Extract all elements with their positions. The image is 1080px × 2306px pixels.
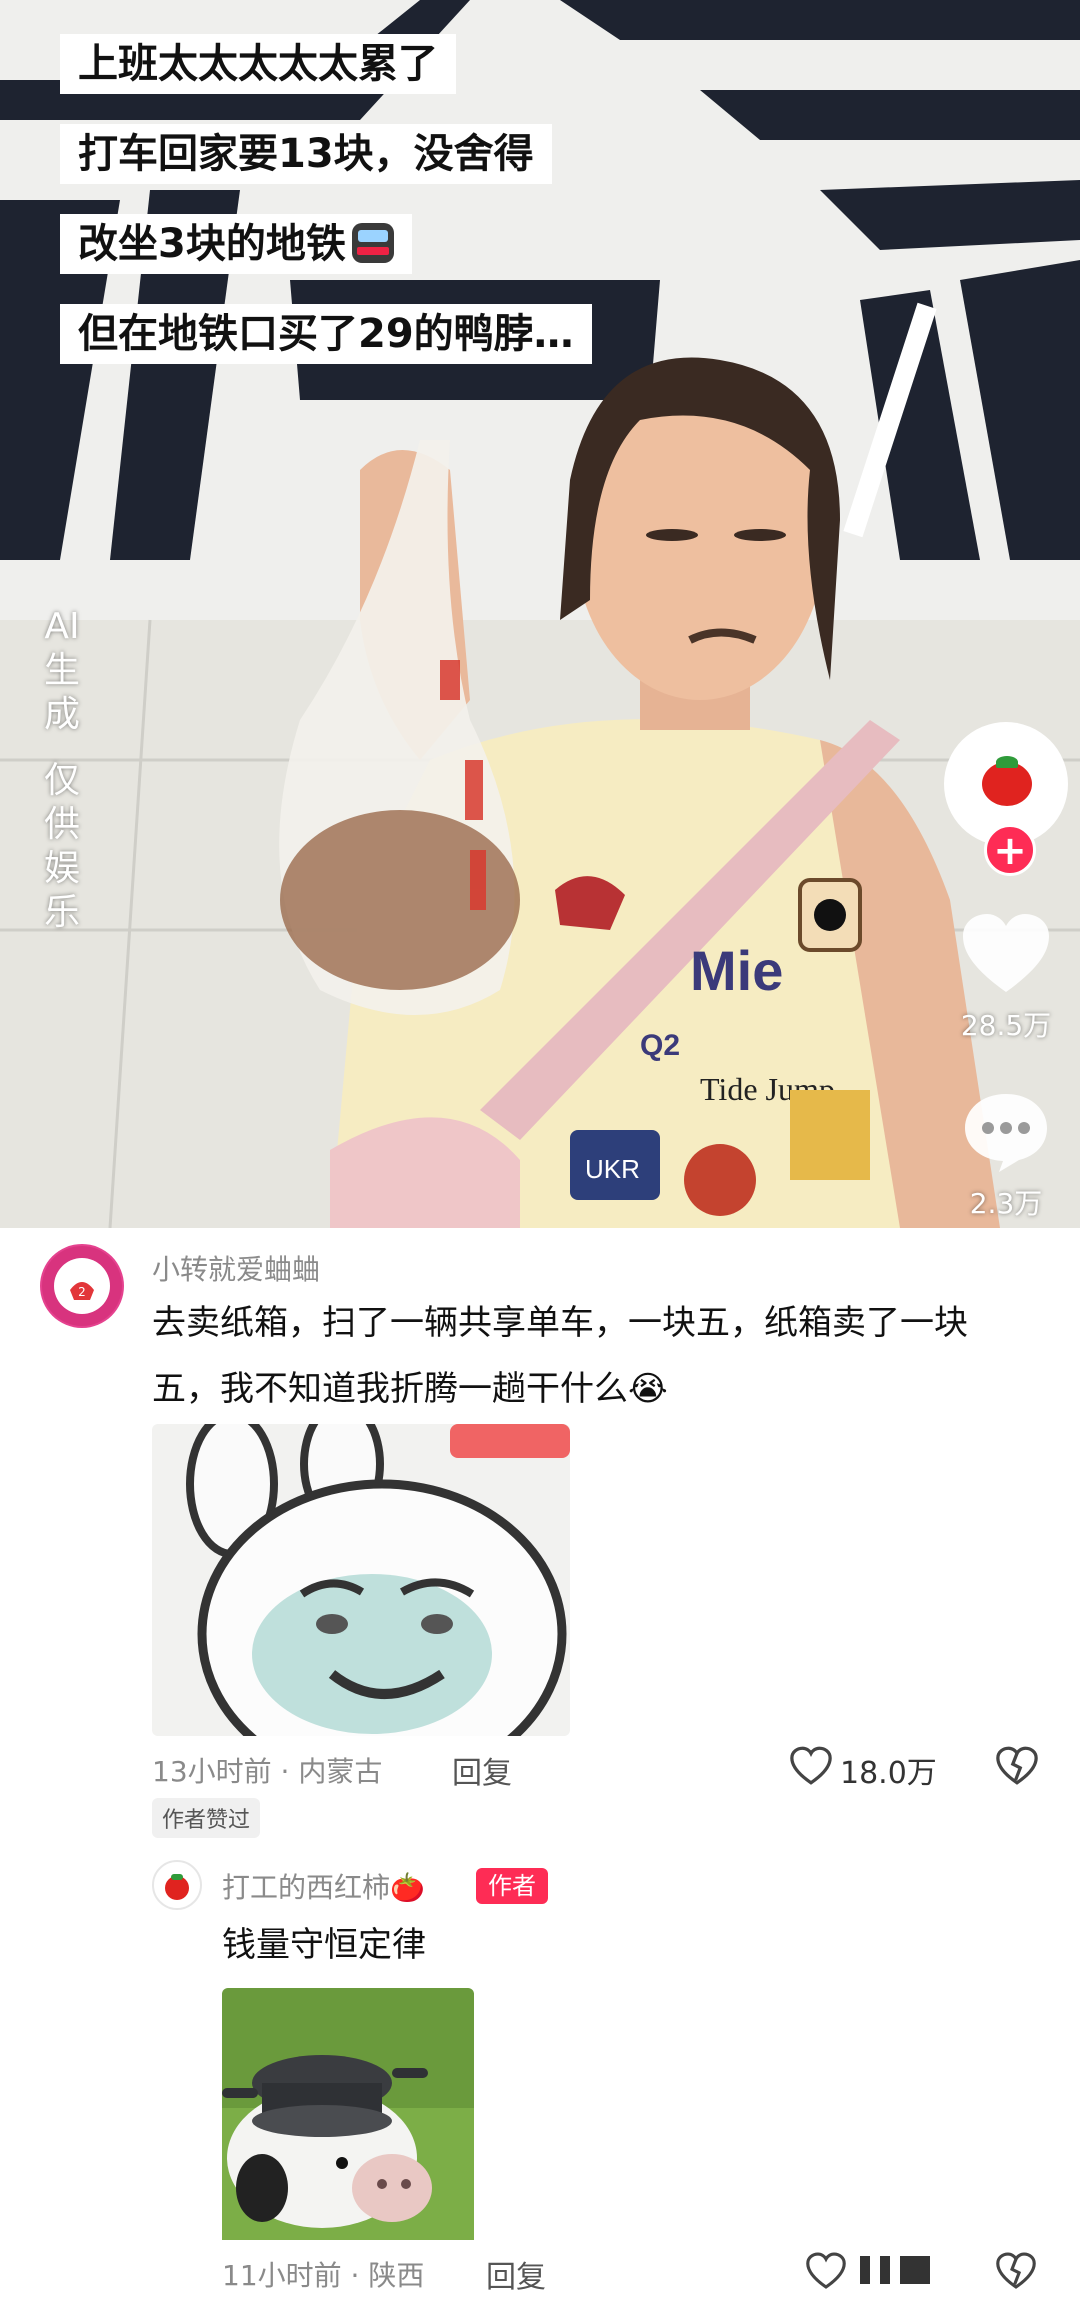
comment-count: 2.3万 xyxy=(969,1187,1043,1220)
like-count: 28.5万 xyxy=(960,1009,1052,1042)
tomato-icon xyxy=(982,762,1032,806)
comment-like-count: 18.0万 xyxy=(840,1756,937,1791)
heart-icon[interactable] xyxy=(790,1746,832,1786)
like-button[interactable]: 28.5万 xyxy=(946,912,1066,1044)
shirt-print-ukr: UKR xyxy=(585,1154,640,1184)
shirt-print-q2: Q2 xyxy=(640,1029,680,1062)
author-username-text: 打工的西红柿 xyxy=(222,1871,391,1904)
crying-emoji: 😭 xyxy=(628,1369,668,1409)
reply-button[interactable]: 回复 xyxy=(486,2252,546,2296)
tomato-leaf xyxy=(996,756,1018,768)
video-caption-3: 改坐3块的地铁 xyxy=(60,214,412,274)
reply-button[interactable]: 回复 xyxy=(452,1748,512,1792)
ai-label-char: 供 xyxy=(43,804,80,845)
video-caption-2: 打车回家要13块，没舍得 xyxy=(60,124,552,184)
ai-label-char: 仅 xyxy=(43,760,80,801)
svg-text:2: 2 xyxy=(78,1285,86,1299)
metro-icon xyxy=(351,223,394,263)
ai-label-char: AI xyxy=(44,606,80,647)
comment-text: 去卖纸箱，扫了一辆共享单车，一块五，纸箱卖了一块五，我不知道我折腾一趟干什么 xyxy=(152,1303,968,1409)
author-username[interactable]: 打工的西红柿🍅 xyxy=(222,1866,425,1906)
video-caption-4: 但在地铁口买了29的鸭脖… xyxy=(60,304,592,364)
comment-icon xyxy=(965,1094,1047,1172)
author-badge: 作者 xyxy=(476,1868,548,1904)
author-avatar[interactable] xyxy=(152,1860,202,1910)
video-player[interactable]: Mie Q2 Tide Jump UKR 上班太太太太太累了 打车回家要13块，… xyxy=(0,0,1080,1228)
comment-username[interactable]: 小转就爱蛐蛐 xyxy=(152,1248,320,1288)
follow-button[interactable]: + xyxy=(984,824,1036,876)
video-caption-3-text: 改坐3块的地铁 xyxy=(78,221,346,267)
reply-sticker-image[interactable] xyxy=(222,1988,474,2240)
broken-heart-icon[interactable] xyxy=(996,1746,1038,1786)
tomato-emoji: 🍅 xyxy=(390,1871,425,1904)
comment-button[interactable]: 2.3万 xyxy=(946,1090,1066,1222)
tomato-icon xyxy=(165,1874,189,1900)
heart-icon[interactable] xyxy=(806,2252,846,2290)
shirt-print-mie: Mie xyxy=(690,939,783,1002)
reply-text: 钱量守恒定律 xyxy=(222,1925,426,1965)
video-caption-1: 上班太太太太太累了 xyxy=(60,34,456,94)
comment-body: 去卖纸箱，扫了一辆共享单车，一块五，纸箱卖了一块五，我不知道我折腾一趟干什么😭 xyxy=(152,1290,1032,1422)
reply-time-location: 11小时前 · 陕西 xyxy=(222,2259,425,2292)
heart-icon xyxy=(963,914,1049,992)
video-frame: Mie Q2 Tide Jump UKR xyxy=(0,0,1080,1228)
ai-label-char: 娱 xyxy=(43,848,80,889)
author-liked-tag: 作者赞过 xyxy=(152,1798,261,1838)
ai-label-char: 乐 xyxy=(43,892,80,933)
commenter-logo: 2 xyxy=(42,1246,122,1326)
commenter-avatar[interactable]: 2 xyxy=(40,1244,124,1328)
ai-generated-label: AI 生 成 仅 供 娱 乐 xyxy=(34,605,90,935)
like-count-placeholder xyxy=(860,2256,950,2286)
ai-label-char: 生 xyxy=(43,650,80,691)
comment-sticker-image[interactable] xyxy=(152,1424,570,1736)
comment-time-location: 13小时前 · 内蒙古 xyxy=(152,1755,383,1788)
broken-heart-icon[interactable] xyxy=(996,2252,1036,2290)
ai-label-char: 成 xyxy=(43,694,80,735)
